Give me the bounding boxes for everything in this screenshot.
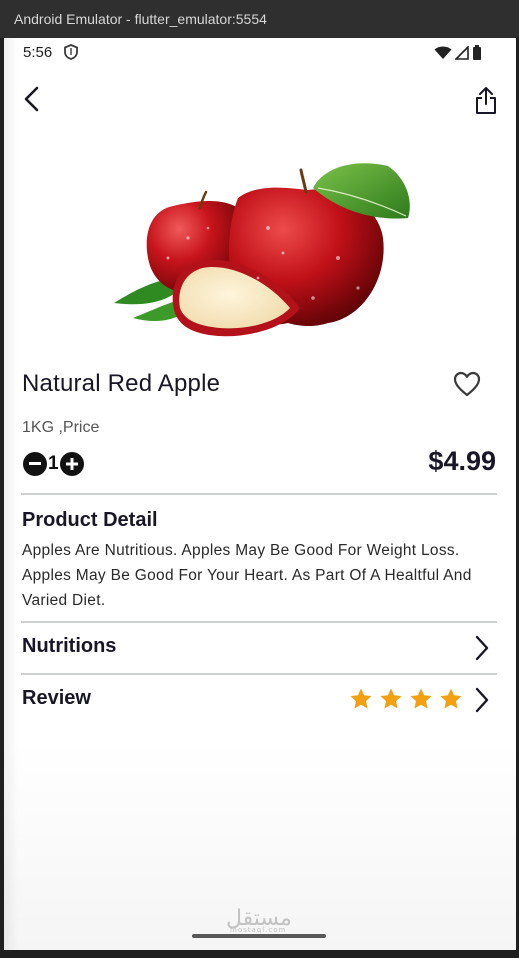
- divider: [21, 621, 497, 623]
- status-bar: 5:56: [4, 38, 516, 66]
- review-label: Review: [22, 687, 91, 709]
- review-stars: [349, 687, 463, 715]
- product-name: Natural Red Apple: [22, 370, 221, 397]
- share-button[interactable]: [472, 86, 500, 118]
- status-icons: [434, 44, 482, 64]
- battery-icon: [472, 45, 482, 64]
- chevron-left-icon: [23, 86, 41, 116]
- star-icon: [349, 687, 373, 715]
- heart-outline-icon: [453, 371, 481, 401]
- decrease-quantity-button[interactable]: [23, 452, 47, 476]
- star-icon: [409, 687, 433, 715]
- red-apples-image: [108, 158, 416, 348]
- product-price: $4.99: [428, 446, 496, 476]
- back-button[interactable]: [18, 86, 46, 116]
- frame-bottom-edge: [0, 950, 519, 958]
- share-icon: [475, 86, 497, 118]
- nutritions-label: Nutritions: [22, 635, 117, 657]
- watermark-subtext: mostaql.com: [230, 926, 287, 934]
- home-indicator[interactable]: [192, 934, 326, 938]
- window-title: Android Emulator - flutter_emulator:5554: [14, 11, 267, 27]
- emulator-titlebar: Android Emulator - flutter_emulator:5554: [0, 0, 519, 38]
- favorite-button[interactable]: [452, 371, 482, 401]
- status-time: 5:56: [23, 44, 53, 61]
- product-detail-text: Apples Are Nutritious. Apples May Be Goo…: [22, 542, 472, 609]
- quantity-value: 1: [48, 453, 59, 474]
- signal-icon: [454, 44, 469, 64]
- phone-screen: 5:56 Natural Red Apple 1KG ,Price 1 $4.9…: [4, 38, 516, 950]
- divider: [21, 673, 497, 675]
- wifi-icon: [434, 46, 452, 64]
- star-icon: [439, 687, 463, 715]
- product-subtitle: 1KG ,Price: [22, 419, 100, 436]
- product-detail-title: Product Detail: [22, 509, 158, 531]
- chevron-right-icon: [474, 687, 490, 717]
- chevron-right-icon: [474, 635, 490, 665]
- quantity-stepper: 1: [23, 451, 84, 477]
- shield-icon: [64, 44, 78, 64]
- divider: [21, 493, 497, 495]
- star-icon: [379, 687, 403, 715]
- increase-quantity-button[interactable]: [59, 452, 84, 476]
